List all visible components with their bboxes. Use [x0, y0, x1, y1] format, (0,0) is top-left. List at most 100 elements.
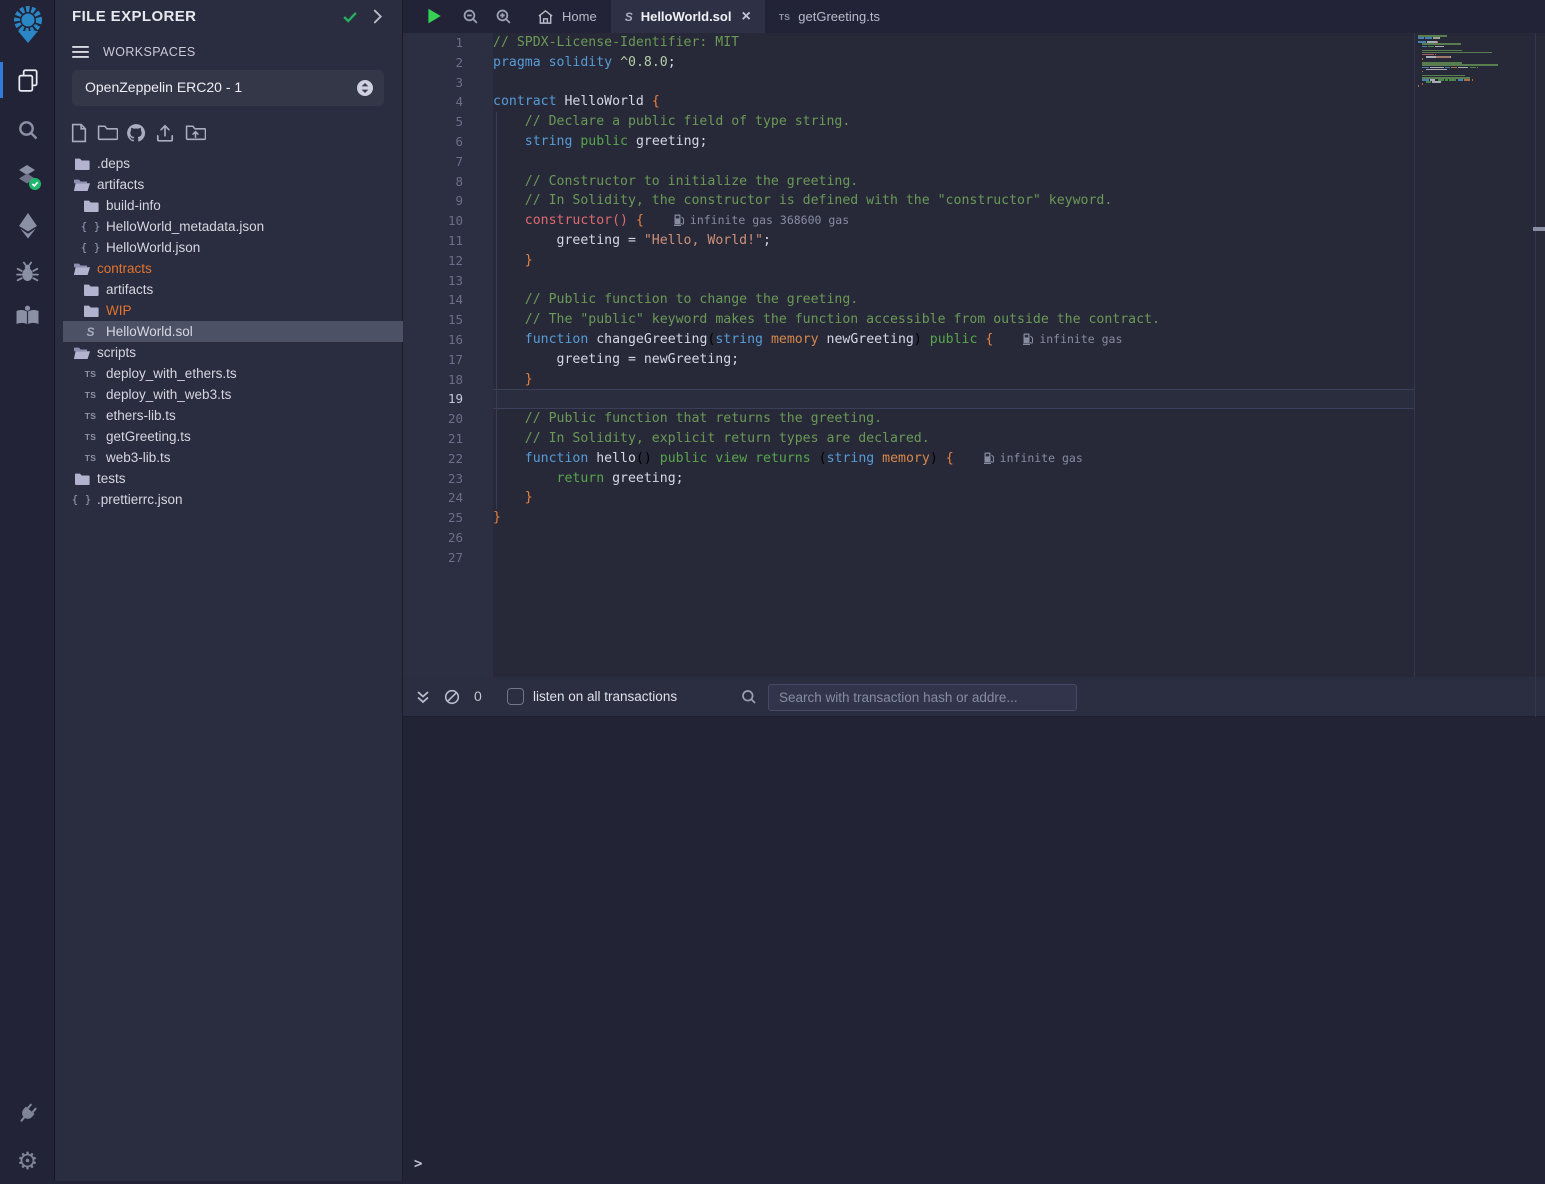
file-tree-item[interactable]: TSweb3-lib.ts — [63, 447, 403, 468]
remix-logo[interactable] — [0, 3, 55, 47]
line-number[interactable]: 15 — [403, 310, 463, 330]
scrollbar-thumb[interactable] — [1533, 227, 1545, 231]
line-number[interactable]: 24 — [403, 488, 463, 508]
file-tree-item[interactable]: TSdeploy_with_ethers.ts — [63, 363, 403, 384]
sidebar-item-learneth[interactable] — [0, 294, 55, 338]
line-number[interactable]: 2 — [403, 53, 463, 73]
terminal-output[interactable]: > — [403, 717, 1545, 1181]
line-number[interactable]: 6 — [403, 132, 463, 152]
file-tree-item[interactable]: WIP — [63, 300, 403, 321]
code-line[interactable]: function hello() public view returns (st… — [493, 449, 1083, 469]
code-editor[interactable]: 1 // SPDX-License-Identifier: MIT 2 pragma … — [403, 33, 1545, 677]
file-tree-item[interactable]: { }HelloWorld_metadata.json — [63, 216, 403, 237]
code-line[interactable]: } — [493, 251, 533, 271]
code-line[interactable]: // The "public" keyword makes the functi… — [493, 310, 1160, 330]
sidebar-item-settings[interactable]: ⚙ — [0, 1140, 55, 1184]
file-tree-item[interactable]: SHelloWorld.sol — [63, 321, 403, 342]
file-tree-item[interactable]: build-info — [63, 195, 403, 216]
code-line[interactable]: constructor() {infinite gas 368600 gas — [493, 211, 849, 231]
file-tree-item[interactable]: TSdeploy_with_web3.ts — [63, 384, 403, 405]
line-number[interactable]: 23 — [403, 469, 463, 489]
new-file-icon[interactable] — [70, 123, 88, 148]
line-number[interactable]: 18 — [403, 370, 463, 390]
file-tree-item[interactable]: TSgetGreeting.ts — [63, 426, 403, 447]
hamburger-menu-icon[interactable] — [72, 45, 89, 64]
file-tree-item[interactable]: scripts — [63, 342, 403, 363]
line-number[interactable]: 10 — [403, 211, 463, 231]
sidebar-item-search[interactable] — [0, 108, 55, 152]
clear-console-ban-icon[interactable] — [444, 689, 460, 710]
github-icon[interactable] — [126, 123, 146, 148]
line-number[interactable]: 12 — [403, 251, 463, 271]
sidebar-item-debugger[interactable] — [0, 250, 55, 294]
line-number[interactable]: 19 — [403, 389, 463, 409]
run-script-button[interactable] — [425, 7, 443, 30]
workspace-select[interactable]: OpenZeppelin ERC20 - 1 — [72, 70, 384, 106]
new-folder-icon[interactable] — [97, 123, 118, 146]
line-number[interactable]: 5 — [403, 112, 463, 132]
file-tree-item[interactable]: { }.prettierrc.json — [63, 489, 403, 510]
code-line[interactable]: function changeGreeting(string memory ne… — [493, 330, 1122, 350]
code-line[interactable]: // Constructor to initialize the greetin… — [493, 172, 858, 192]
tab-helloworld-sol[interactable]: SHelloWorld.sol× — [611, 0, 765, 33]
sidebar-item-file-explorer[interactable] — [0, 58, 55, 102]
code-line[interactable]: } — [493, 488, 533, 508]
file-tree-item[interactable]: tests — [63, 468, 403, 489]
sidebar-item-plugin-manager[interactable] — [0, 1091, 55, 1135]
ts-icon: TS — [82, 369, 99, 379]
line-number[interactable]: 22 — [403, 449, 463, 469]
code-line[interactable]: } — [493, 508, 501, 528]
code-line[interactable]: contract HelloWorld { — [493, 92, 660, 112]
line-number[interactable]: 14 — [403, 290, 463, 310]
line-number[interactable]: 20 — [403, 409, 463, 429]
expand-terminal-chevrons-icon[interactable] — [415, 689, 431, 710]
load-from-local-icon[interactable] — [185, 123, 206, 146]
zoom-out-icon[interactable] — [462, 8, 479, 30]
line-number[interactable]: 16 — [403, 330, 463, 350]
code-line[interactable]: // In Solidity, explicit return types ar… — [493, 429, 930, 449]
file-tree-item[interactable]: TSethers-lib.ts — [63, 405, 403, 426]
file-tree-item[interactable]: artifacts — [63, 279, 403, 300]
line-number[interactable]: 1 — [403, 33, 463, 53]
collapse-panel-chevron-icon[interactable] — [373, 9, 382, 29]
code-line[interactable]: pragma solidity ^0.8.0; — [493, 53, 676, 73]
code-line[interactable]: greeting = "Hello, World!"; — [493, 231, 771, 251]
json-icon: { } — [82, 241, 99, 254]
line-number[interactable]: 17 — [403, 350, 463, 370]
sidebar-item-deploy-run[interactable] — [0, 203, 55, 247]
publish-to-gist-icon[interactable] — [155, 123, 175, 148]
line-number[interactable]: 26 — [403, 528, 463, 548]
close-tab-icon[interactable]: × — [741, 9, 750, 25]
line-number[interactable]: 27 — [403, 548, 463, 568]
tab-home[interactable]: Home — [523, 0, 611, 33]
code-line[interactable]: // Declare a public field of type string… — [493, 112, 850, 132]
code-line[interactable]: } — [493, 370, 533, 390]
book-icon — [14, 304, 41, 328]
code-line[interactable]: // Public function to change the greetin… — [493, 290, 858, 310]
line-number[interactable]: 8 — [403, 172, 463, 192]
line-number[interactable]: 4 — [403, 92, 463, 112]
code-line[interactable]: string public greeting; — [493, 132, 707, 152]
code-line[interactable]: return greeting; — [493, 469, 684, 489]
code-line[interactable]: // SPDX-License-Identifier: MIT — [493, 33, 739, 53]
file-tree-item[interactable]: .deps — [63, 153, 403, 174]
code-line[interactable]: // Public function that returns the gree… — [493, 409, 882, 429]
line-number[interactable]: 3 — [403, 73, 463, 93]
line-number[interactable]: 11 — [403, 231, 463, 251]
file-tree-item[interactable]: contracts — [63, 258, 403, 279]
sidebar-item-solidity-compiler[interactable] — [0, 155, 55, 199]
file-tree-item[interactable]: { }HelloWorld.json — [63, 237, 403, 258]
line-number[interactable]: 7 — [403, 152, 463, 172]
file-tree-item[interactable]: artifacts — [63, 174, 403, 195]
line-number[interactable]: 25 — [403, 508, 463, 528]
listen-transactions-checkbox[interactable] — [507, 688, 524, 705]
line-number[interactable]: 9 — [403, 191, 463, 211]
tab-getgreeting-ts[interactable]: TSgetGreeting.ts — [765, 0, 894, 33]
zoom-in-icon[interactable] — [495, 8, 512, 30]
minimap[interactable] — [1418, 35, 1502, 95]
line-number[interactable]: 21 — [403, 429, 463, 449]
code-line[interactable]: // In Solidity, the constructor is defin… — [493, 191, 1112, 211]
line-number[interactable]: 13 — [403, 271, 463, 291]
code-line[interactable]: greeting = newGreeting; — [493, 350, 739, 370]
transaction-search-input[interactable] — [768, 684, 1077, 711]
